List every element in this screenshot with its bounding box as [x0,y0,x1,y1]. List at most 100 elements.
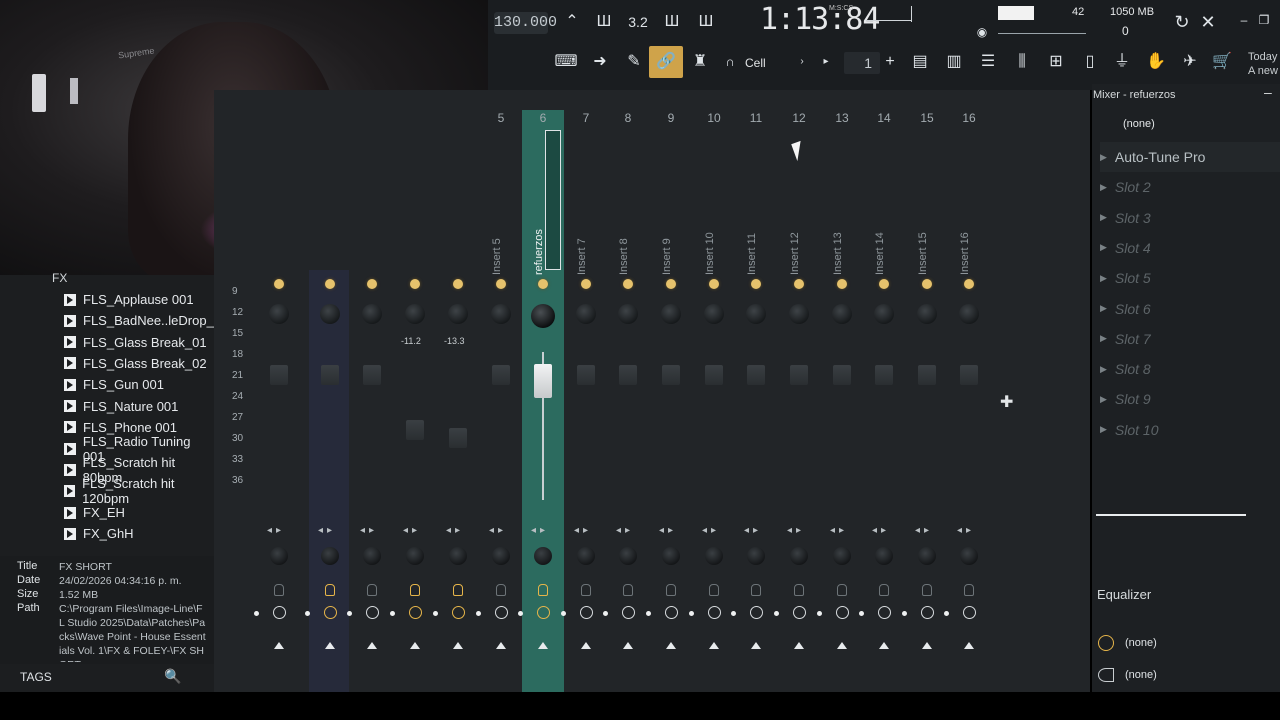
tags-label[interactable]: TAGS [20,670,52,684]
lock-icon[interactable] [581,584,591,596]
lock-icon[interactable] [538,584,548,596]
fx-slot[interactable]: ▶ Auto-Tune Pro [1100,142,1280,172]
route-arrow-icon[interactable] [879,642,889,649]
route-dot[interactable] [390,611,395,616]
stereo-knob[interactable] [320,304,340,324]
volume-fader[interactable] [619,365,637,385]
expand-icon[interactable]: ▶ [1100,212,1107,223]
fx-slot[interactable]: ▶ Slot 6 [1100,294,1280,324]
channel-name[interactable]: Insert 5 [491,215,507,275]
stereo-swap-icon[interactable]: ◂▸ [872,525,890,536]
pan-knob[interactable] [666,279,676,289]
stereo-knob[interactable] [959,304,979,324]
panning-knob[interactable] [363,547,381,565]
channel-rack-icon[interactable]: ☰ [974,48,1002,76]
stereo-knob[interactable] [874,304,894,324]
pan-knob[interactable] [453,279,463,289]
cart-icon[interactable]: 🛒 [1208,48,1236,76]
browser-item[interactable]: FLS_Nature 001 [64,396,178,417]
stereo-knob[interactable] [576,304,596,324]
clock-icon[interactable] [273,606,286,619]
browser-item[interactable]: FX_GhH [64,523,134,544]
route-dot[interactable] [561,611,566,616]
channel-name[interactable]: Insert 13 [832,215,848,275]
stereo-knob[interactable] [618,304,638,324]
folder-fx[interactable]: FX [52,271,67,285]
pan-knob[interactable] [879,279,889,289]
lock-icon[interactable] [794,584,804,596]
browser-item[interactable]: FLS_Glass Break_02 [64,353,207,374]
clock-icon[interactable] [409,606,422,619]
lock-icon[interactable] [496,584,506,596]
link-button[interactable]: 🔗 [649,46,683,78]
channel-name[interactable]: refuerzos [533,215,549,275]
lock-icon[interactable] [274,584,284,596]
channel-name[interactable]: Insert 12 [789,215,805,275]
browser-item[interactable]: FX_EH [64,502,125,523]
route-arrow-icon[interactable] [623,642,633,649]
route-dot[interactable] [254,611,259,616]
clock-icon[interactable] [1098,635,1114,651]
arrow-right-icon[interactable]: ➜ [586,48,614,76]
route-arrow-icon[interactable] [794,642,804,649]
panning-knob[interactable] [492,547,510,565]
pan-knob[interactable] [964,279,974,289]
stereo-knob[interactable] [531,304,555,328]
stereo-knob[interactable] [448,304,468,324]
stereo-swap-icon[interactable]: ◂▸ [489,525,507,536]
metronome-icon[interactable]: ⌃ [558,8,586,36]
clock-icon[interactable] [580,606,593,619]
snap-selector[interactable]: Cell [745,56,766,70]
panning-knob[interactable] [270,547,288,565]
stereo-swap-icon[interactable]: ◂▸ [787,525,805,536]
browser-item[interactable]: FLS_Scratch hit 120bpm [64,476,214,506]
fx-slot[interactable]: ▶ Slot 10 [1100,415,1280,445]
volume-fader[interactable] [321,365,339,385]
panning-knob[interactable] [833,547,851,565]
stereo-knob[interactable] [362,304,382,324]
route-arrow-icon[interactable] [453,642,463,649]
route-arrow-icon[interactable] [922,642,932,649]
browser-item[interactable]: FLS_Gun 001 [64,374,164,395]
channel-name[interactable]: Insert 15 [917,215,933,275]
fx-slot[interactable]: ▶ Slot 4 [1100,233,1280,263]
route-dot[interactable] [944,611,949,616]
clock-icon[interactable] [921,606,934,619]
panning-knob[interactable] [790,547,808,565]
clock-icon[interactable] [622,606,635,619]
route-arrow-icon[interactable] [496,642,506,649]
route-arrow-icon[interactable] [274,642,284,649]
pan-knob[interactable] [538,279,548,289]
plugin-icon[interactable]: ⏚ [1108,48,1136,76]
panning-knob[interactable] [960,547,978,565]
close-icon[interactable]: ✕ [1194,8,1222,36]
channel-name[interactable]: Insert 8 [618,215,634,275]
panning-knob[interactable] [321,547,339,565]
pan-knob[interactable] [794,279,804,289]
expand-icon[interactable]: ▶ [1100,242,1107,253]
song-time[interactable]: 1:13:84 [760,2,880,37]
expand-icon[interactable]: ▶ [1100,364,1107,375]
lock-icon[interactable] [623,584,633,596]
route-arrow-icon[interactable] [709,642,719,649]
piano-roll-icon[interactable]: ▥ [940,48,968,76]
add-track-icon[interactable]: ✚ [1000,392,1013,412]
output-selector-2[interactable]: (none) [1125,669,1157,681]
route-arrow-icon[interactable] [964,642,974,649]
clock-icon[interactable] [495,606,508,619]
stereo-knob[interactable] [269,304,289,324]
fx-slot[interactable]: ▶ Slot 3 [1100,203,1280,233]
expand-icon[interactable]: ▶ [1100,273,1107,284]
lock-icon[interactable] [922,584,932,596]
volume-fader[interactable] [492,365,510,385]
expand-icon[interactable]: ▶ [1100,333,1107,344]
volume-fader[interactable] [875,365,893,385]
lock-icon[interactable] [751,584,761,596]
volume-fader[interactable] [790,365,808,385]
lock-icon[interactable] [709,584,719,596]
pan-knob[interactable] [325,279,335,289]
minimize-icon[interactable]: – [1264,84,1272,100]
channel-name[interactable]: Insert 11 [746,215,762,275]
route-dot[interactable] [859,611,864,616]
play-small-icon[interactable]: ▸ [812,48,840,76]
